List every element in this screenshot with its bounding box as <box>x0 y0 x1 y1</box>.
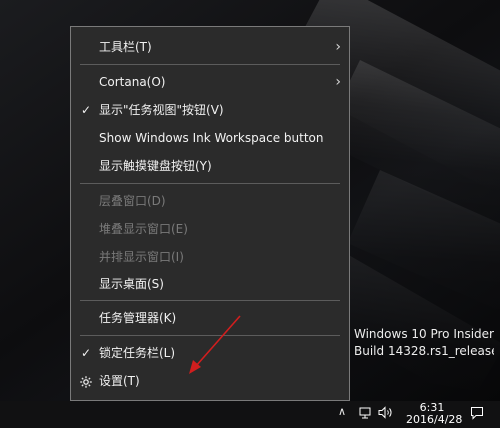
menu-item-toolbars[interactable]: 工具栏(T) › <box>71 35 349 59</box>
taskbar-context-menu: 工具栏(T) › Cortana(O) › ✓ 显示"任务视图"按钮(V) Sh… <box>70 26 350 401</box>
menu-item-label: 工具栏(T) <box>99 40 152 54</box>
menu-item-show-task-view-button[interactable]: ✓ 显示"任务视图"按钮(V) <box>71 98 349 122</box>
volume-icon[interactable] <box>378 406 394 422</box>
checkmark-icon: ✓ <box>80 103 92 117</box>
gear-icon <box>79 373 93 388</box>
watermark-edition: Windows 10 Pro Insider Preview <box>354 327 494 341</box>
action-center-icon[interactable] <box>470 406 484 423</box>
menu-item-label: 锁定任务栏(L) <box>99 346 176 360</box>
chevron-right-icon: › <box>335 74 341 90</box>
menu-item-label: 设置(T) <box>99 374 140 388</box>
menu-separator <box>80 183 340 184</box>
menu-separator <box>80 335 340 336</box>
menu-item-label: Show Windows Ink Workspace button <box>99 131 324 145</box>
menu-item-side-by-side-windows: 并排显示窗口(I) <box>71 245 349 269</box>
clock-date: 2016/4/28 <box>406 413 463 426</box>
checkmark-icon: ✓ <box>80 346 92 360</box>
menu-separator <box>80 300 340 301</box>
menu-item-cortana[interactable]: Cortana(O) › <box>71 70 349 94</box>
menu-item-show-ink-workspace-button[interactable]: Show Windows Ink Workspace button <box>71 126 349 150</box>
menu-item-show-desktop[interactable]: 显示桌面(S) <box>71 272 349 296</box>
menu-item-label: 堆叠显示窗口(E) <box>99 222 188 236</box>
menu-item-label: 显示触摸键盘按钮(Y) <box>99 159 212 173</box>
watermark-build: Build 14328.rs1_release.160418-1609 <box>354 344 494 358</box>
network-icon[interactable] <box>359 406 372 422</box>
taskbar-clock[interactable]: 6:31 2016/4/28 <box>406 402 463 426</box>
menu-item-show-touch-keyboard-button[interactable]: 显示触摸键盘按钮(Y) <box>71 154 349 178</box>
build-watermark: Windows 10 Pro Insider Preview Build 143… <box>354 326 494 360</box>
menu-item-lock-taskbar[interactable]: ✓ 锁定任务栏(L) <box>71 341 349 365</box>
menu-item-label: 任务管理器(K) <box>99 311 177 325</box>
menu-item-label: 层叠窗口(D) <box>99 194 166 208</box>
menu-item-label: 并排显示窗口(I) <box>99 250 184 264</box>
chevron-right-icon: › <box>335 39 341 55</box>
menu-item-label: Cortana(O) <box>99 75 166 89</box>
menu-separator <box>80 64 340 65</box>
chevron-up-icon[interactable]: ∧ <box>338 405 346 418</box>
menu-item-settings[interactable]: 设置(T) <box>71 369 349 393</box>
taskbar: ∧ 6:31 2016/4/28 <box>0 401 500 428</box>
menu-item-cascade-windows: 层叠窗口(D) <box>71 189 349 213</box>
menu-item-label: 显示"任务视图"按钮(V) <box>99 103 224 117</box>
menu-item-task-manager[interactable]: 任务管理器(K) <box>71 306 349 330</box>
menu-item-stack-windows: 堆叠显示窗口(E) <box>71 217 349 241</box>
menu-item-label: 显示桌面(S) <box>99 277 164 291</box>
